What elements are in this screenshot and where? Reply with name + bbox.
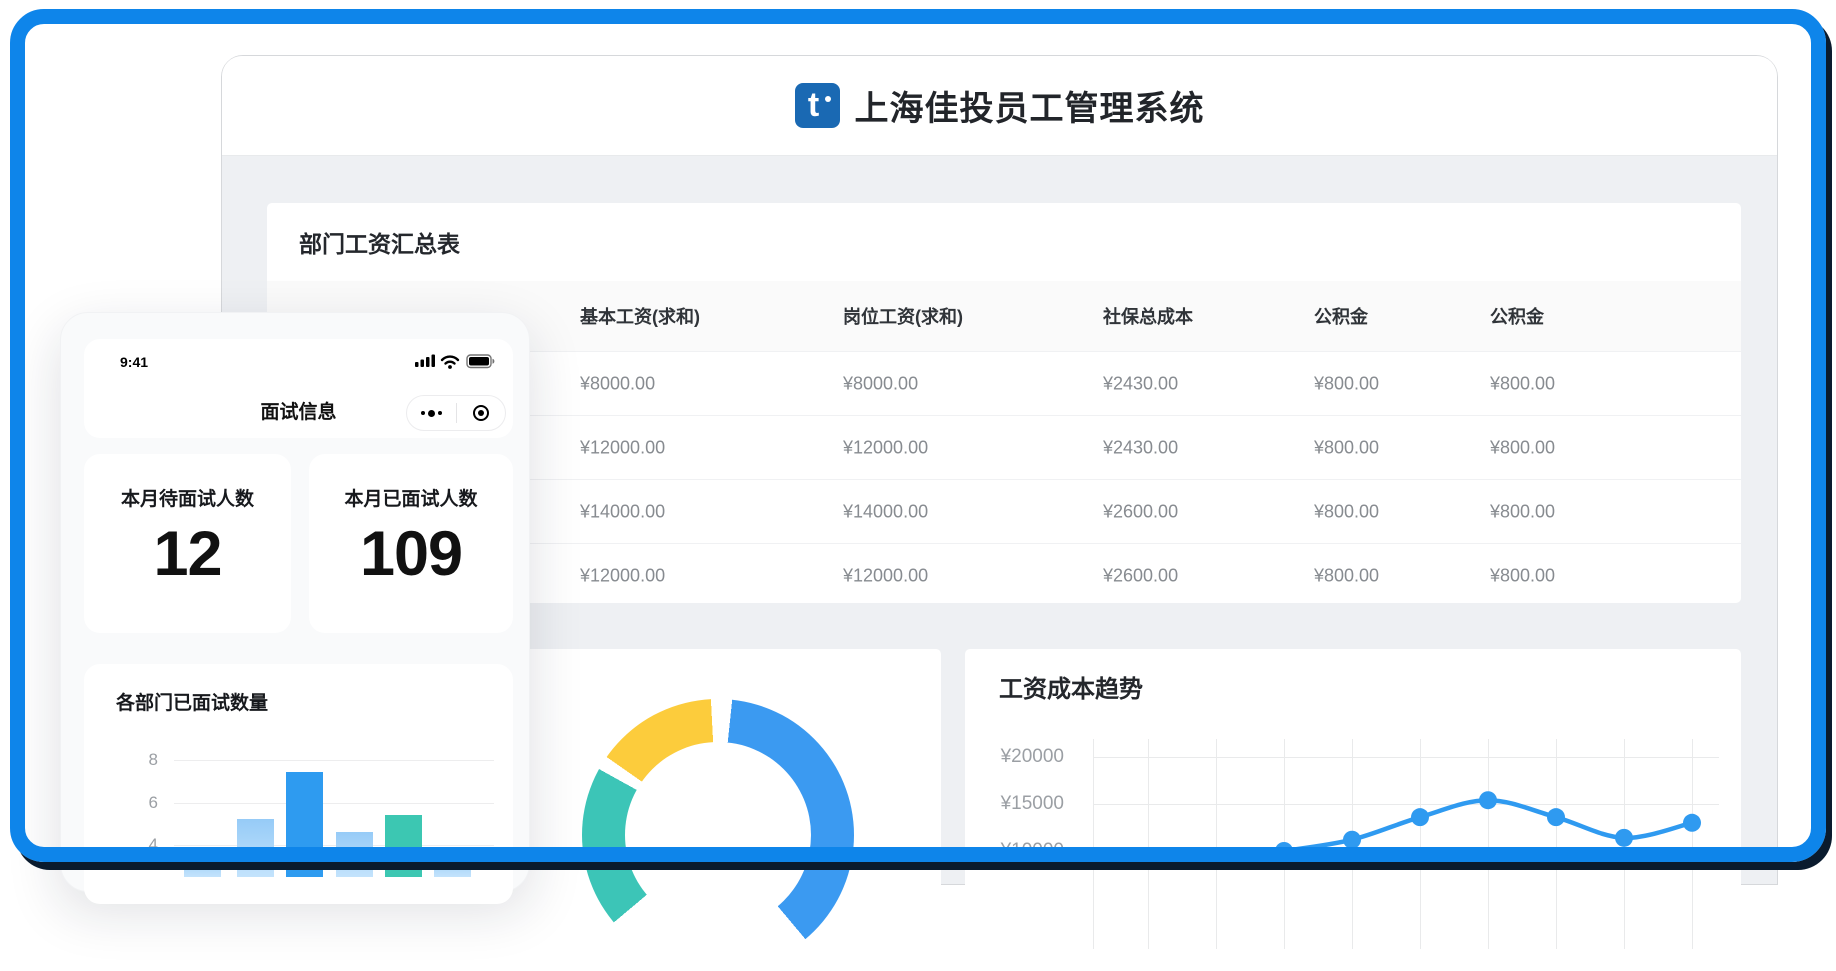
table-cell: ¥12000.00 <box>843 565 928 586</box>
stat-card-done: 本月已面试人数 109 <box>309 454 513 633</box>
y-tick-label: 4 <box>124 835 158 855</box>
wifi-dot <box>448 365 452 369</box>
table-cell: ¥800.00 <box>1490 437 1555 458</box>
phone-header-card: 9:41 面试信息 <box>84 339 513 438</box>
bar <box>434 856 471 877</box>
table-cell: ¥2430.00 <box>1103 437 1178 458</box>
more-icon <box>421 410 442 417</box>
record-icon <box>473 405 489 421</box>
data-point <box>1615 829 1633 847</box>
table-cell: ¥800.00 <box>1490 565 1555 586</box>
y-tick-label: 6 <box>124 793 158 813</box>
table-cell: ¥12000.00 <box>580 437 665 458</box>
column-header: 公积金 <box>1490 303 1544 329</box>
stat-label: 本月已面试人数 <box>309 484 513 511</box>
bar <box>237 819 274 877</box>
trend-plot-area <box>1093 739 1719 949</box>
column-header: 岗位工资(求和) <box>843 303 963 329</box>
bar-plot-area <box>174 664 494 877</box>
battery-icon <box>467 355 494 368</box>
bar <box>184 856 221 877</box>
table-cell: ¥14000.00 <box>843 501 928 522</box>
donut-chart <box>582 699 854 971</box>
stat-value: 12 <box>84 518 291 590</box>
data-point <box>1275 842 1293 860</box>
app-header: t 上海佳投员工管理系统 <box>222 56 1777 156</box>
y-tick-label: ¥10000 <box>965 840 1064 862</box>
wifi-icon <box>442 357 458 364</box>
table-cell: ¥2600.00 <box>1103 501 1178 522</box>
table-cell: ¥2600.00 <box>1103 565 1178 586</box>
table-cell: ¥800.00 <box>1314 501 1379 522</box>
bar <box>385 815 422 877</box>
logo-letter: t <box>808 88 819 122</box>
bar <box>286 772 323 877</box>
bar <box>336 832 373 877</box>
status-icons <box>415 352 495 375</box>
logo-dot <box>825 96 831 102</box>
trend-chart-title: 工资成本趋势 <box>999 669 1143 704</box>
table-cell: ¥12000.00 <box>580 565 665 586</box>
table-cell: ¥800.00 <box>1314 565 1379 586</box>
stat-value: 109 <box>309 518 513 590</box>
app-logo-icon: t <box>795 83 840 128</box>
stat-card-pending: 本月待面试人数 12 <box>84 454 291 633</box>
record-button[interactable] <box>457 396 506 430</box>
table-cell: ¥8000.00 <box>580 373 655 394</box>
table-cell: ¥800.00 <box>1490 501 1555 522</box>
data-point <box>1411 808 1429 826</box>
data-point <box>1683 814 1701 832</box>
phone-bar-chart-card: 各部门已面试数量 864 <box>84 664 513 904</box>
table-cell: ¥12000.00 <box>843 437 928 458</box>
gridline <box>174 803 494 804</box>
y-tick-label: ¥20000 <box>965 746 1064 768</box>
trend-line-svg <box>1093 739 1719 949</box>
status-time: 9:41 <box>120 354 148 370</box>
data-point <box>1343 831 1361 849</box>
y-tick-label: ¥15000 <box>965 793 1064 815</box>
gridline <box>174 760 494 761</box>
table-cell: ¥800.00 <box>1314 437 1379 458</box>
data-point <box>1479 791 1497 809</box>
table-cell: ¥800.00 <box>1314 373 1379 394</box>
column-header: 社保总成本 <box>1103 303 1193 329</box>
column-header: 公积金 <box>1314 303 1368 329</box>
table-cell: ¥800.00 <box>1490 373 1555 394</box>
donut-hole <box>625 742 811 928</box>
stat-label: 本月待面试人数 <box>84 484 291 511</box>
more-button[interactable] <box>407 396 456 430</box>
phone-mockup: 9:41 面试信息 <box>60 312 530 892</box>
gridline <box>174 845 494 846</box>
y-tick-label: 8 <box>124 750 158 770</box>
table-cell: ¥14000.00 <box>580 501 665 522</box>
column-header: 基本工资(求和) <box>580 303 700 329</box>
app-title: 上海佳投员工管理系统 <box>855 81 1205 130</box>
trend-chart-card: 工资成本趋势 ¥20000 ¥15000 ¥10000 <box>965 649 1741 949</box>
data-point <box>1547 808 1565 826</box>
wechat-capsule <box>406 395 506 431</box>
table-cell: ¥2430.00 <box>1103 373 1178 394</box>
signal-icon <box>415 355 435 368</box>
table-cell: ¥8000.00 <box>843 373 918 394</box>
salary-table-title: 部门工资汇总表 <box>267 203 1741 281</box>
